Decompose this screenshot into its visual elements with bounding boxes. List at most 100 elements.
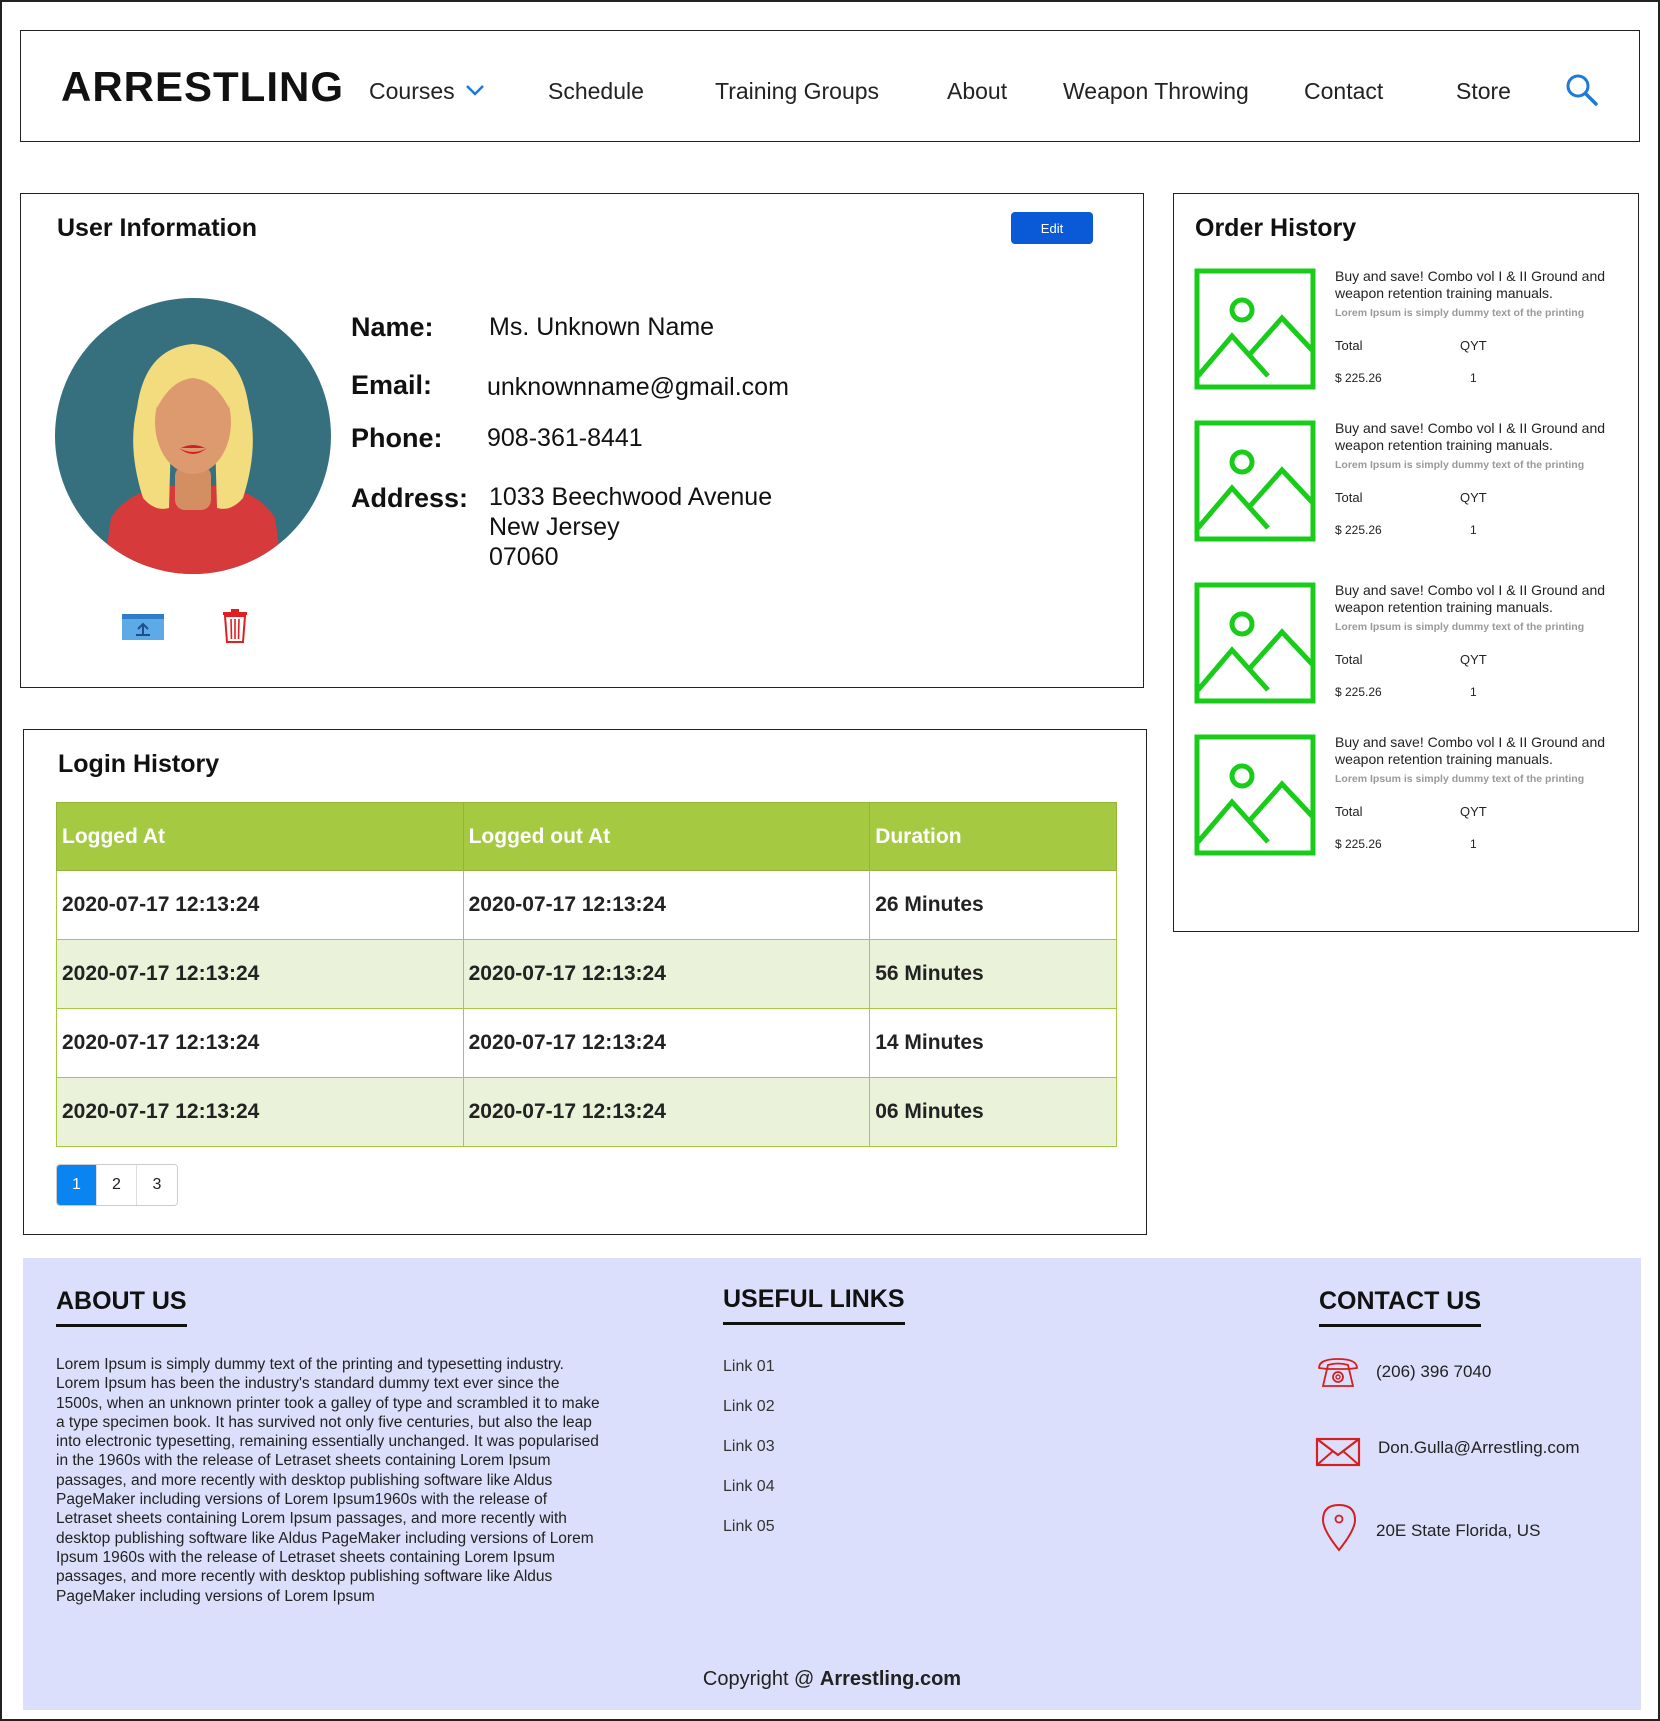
upload-icon[interactable] — [121, 612, 165, 642]
user-information-title: User Information — [57, 214, 258, 242]
order-total-label: Total — [1335, 804, 1363, 819]
logged-out-at-cell: 2020-07-17 12:13:24 — [462, 939, 871, 1009]
table-row: 2020-07-17 12:13:24 2020-07-17 12:13:24 … — [56, 870, 1117, 940]
nav-training-groups[interactable]: Training Groups — [715, 78, 879, 105]
order-title: Buy and save! Combo vol I & II Ground an… — [1335, 420, 1606, 453]
page-button-1[interactable]: 1 — [57, 1165, 97, 1205]
order-subtitle: Lorem Ipsum is simply dummy text of the … — [1335, 459, 1585, 471]
order-qty-label: QYT — [1460, 652, 1487, 667]
search-icon[interactable] — [1565, 73, 1599, 107]
contact-location: 20E State Florida, US — [1376, 1521, 1541, 1540]
column-header-duration[interactable]: Duration — [869, 802, 1117, 871]
logged-out-at-cell: 2020-07-17 12:13:24 — [462, 1077, 871, 1147]
nav-contact[interactable]: Contact — [1304, 78, 1383, 105]
table-row: 2020-07-17 12:13:24 2020-07-17 12:13:24 … — [56, 1077, 1117, 1147]
order-total-label: Total — [1335, 338, 1363, 353]
order-qty-value: 1 — [1470, 837, 1477, 851]
address-label: Address: — [351, 483, 469, 513]
order-title: Buy and save! Combo vol I & II Ground an… — [1335, 734, 1606, 767]
footer-link-04[interactable]: Link 04 — [723, 1478, 775, 1496]
logged-at-cell: 2020-07-17 12:13:24 — [56, 1077, 464, 1147]
footer-link-01[interactable]: Link 01 — [723, 1358, 775, 1376]
useful-links-heading: USEFUL LINKS — [723, 1285, 905, 1325]
table-header-row: Logged At Logged out At Duration — [56, 802, 1117, 871]
order-total-value: $ 225.26 — [1335, 371, 1382, 385]
top-navigation-bar: ARRESTLING Courses Schedule Training Gro… — [20, 30, 1640, 142]
table-row: 2020-07-17 12:13:24 2020-07-17 12:13:24 … — [56, 939, 1117, 1009]
email-value: unknownname@gmail.com — [487, 373, 789, 401]
order-qty-label: QYT — [1460, 490, 1487, 505]
nav-store[interactable]: Store — [1456, 78, 1511, 105]
name-label: Name: — [351, 312, 434, 342]
order-item[interactable]: Buy and save! Combo vol I & II Ground an… — [1194, 734, 1624, 864]
duration-cell: 26 Minutes — [869, 870, 1117, 940]
chevron-down-icon[interactable] — [463, 79, 487, 101]
nav-courses[interactable]: Courses — [369, 78, 455, 105]
phone-value: 908-361-8441 — [487, 424, 643, 452]
image-placeholder-icon — [1194, 268, 1316, 390]
footer-link-02[interactable]: Link 02 — [723, 1398, 775, 1416]
logged-at-cell: 2020-07-17 12:13:24 — [56, 870, 464, 940]
order-title: Buy and save! Combo vol I & II Ground an… — [1335, 268, 1606, 301]
email-label: Email: — [351, 370, 433, 400]
edit-button[interactable]: Edit — [1011, 212, 1093, 244]
table-row: 2020-07-17 12:13:24 2020-07-17 12:13:24 … — [56, 1008, 1117, 1078]
page-button-2[interactable]: 2 — [97, 1165, 137, 1205]
order-qty-value: 1 — [1470, 685, 1477, 699]
about-us-heading: ABOUT US — [56, 1287, 187, 1327]
page-button-3[interactable]: 3 — [137, 1165, 177, 1205]
order-qty-label: QYT — [1460, 804, 1487, 819]
nav-schedule[interactable]: Schedule — [548, 78, 644, 105]
nav-weapon-throwing[interactable]: Weapon Throwing — [1063, 78, 1249, 105]
copyright: Copyright @ Arrestling.com — [23, 1668, 1641, 1691]
copyright-site-link[interactable]: Arrestling.com — [820, 1668, 961, 1690]
footer-link-03[interactable]: Link 03 — [723, 1438, 775, 1456]
address-line-3: 07060 — [489, 543, 559, 571]
phone-icon — [1318, 1358, 1358, 1387]
nav-about[interactable]: About — [947, 78, 1007, 105]
order-subtitle: Lorem Ipsum is simply dummy text of the … — [1335, 773, 1585, 785]
order-qty-label: QYT — [1460, 338, 1487, 353]
location-pin-icon — [1321, 1503, 1357, 1552]
about-us-text: Lorem Ipsum is simply dummy text of the … — [56, 1356, 600, 1605]
duration-cell: 56 Minutes — [869, 939, 1117, 1009]
copyright-prefix: Copyright @ — [702, 1668, 820, 1690]
trash-icon[interactable] — [222, 608, 248, 644]
order-history-title: Order History — [1195, 214, 1357, 242]
order-item[interactable]: Buy and save! Combo vol I & II Ground an… — [1194, 268, 1624, 398]
image-placeholder-icon — [1194, 582, 1316, 704]
contact-email[interactable]: Don.Gulla@Arrestling.com — [1378, 1438, 1580, 1458]
login-history-title: Login History — [58, 750, 220, 778]
order-qty-value: 1 — [1470, 523, 1477, 537]
duration-cell: 14 Minutes — [869, 1008, 1117, 1078]
image-placeholder-icon — [1194, 734, 1316, 856]
login-history-table: Logged At Logged out At Duration 2020-07… — [56, 802, 1117, 1147]
order-total-value: $ 225.26 — [1335, 685, 1382, 699]
order-title: Buy and save! Combo vol I & II Ground an… — [1335, 582, 1606, 615]
order-total-label: Total — [1335, 652, 1363, 667]
pagination: 1 2 3 — [56, 1164, 178, 1206]
contact-phone[interactable]: (206) 396 7040 — [1376, 1362, 1491, 1382]
site-footer: ABOUT US Lorem Ipsum is simply dummy tex… — [23, 1258, 1641, 1710]
order-item[interactable]: Buy and save! Combo vol I & II Ground an… — [1194, 420, 1624, 550]
address-line-2: New Jersey — [489, 513, 620, 541]
order-qty-value: 1 — [1470, 371, 1477, 385]
name-value: Ms. Unknown Name — [489, 313, 715, 341]
column-header-logged-out-at[interactable]: Logged out At — [462, 802, 871, 871]
phone-label: Phone: — [351, 423, 443, 453]
order-subtitle: Lorem Ipsum is simply dummy text of the … — [1335, 307, 1585, 319]
site-logo[interactable]: ARRESTLING — [61, 63, 344, 111]
login-history-panel: Login History Logged At Logged out At Du… — [23, 729, 1147, 1235]
order-item[interactable]: Buy and save! Combo vol I & II Ground an… — [1194, 582, 1624, 712]
address-line-1: 1033 Beechwood Avenue — [489, 483, 773, 511]
order-total-value: $ 225.26 — [1335, 837, 1382, 851]
order-total-label: Total — [1335, 490, 1363, 505]
mail-icon — [1315, 1437, 1361, 1467]
user-avatar[interactable] — [55, 298, 331, 574]
logged-out-at-cell: 2020-07-17 12:13:24 — [462, 870, 871, 940]
order-total-value: $ 225.26 — [1335, 523, 1382, 537]
order-subtitle: Lorem Ipsum is simply dummy text of the … — [1335, 621, 1585, 633]
user-information-panel: User Information Edit Name: Ms. Unknown … — [20, 193, 1144, 688]
footer-link-05[interactable]: Link 05 — [723, 1518, 775, 1536]
column-header-logged-at[interactable]: Logged At — [56, 802, 464, 871]
